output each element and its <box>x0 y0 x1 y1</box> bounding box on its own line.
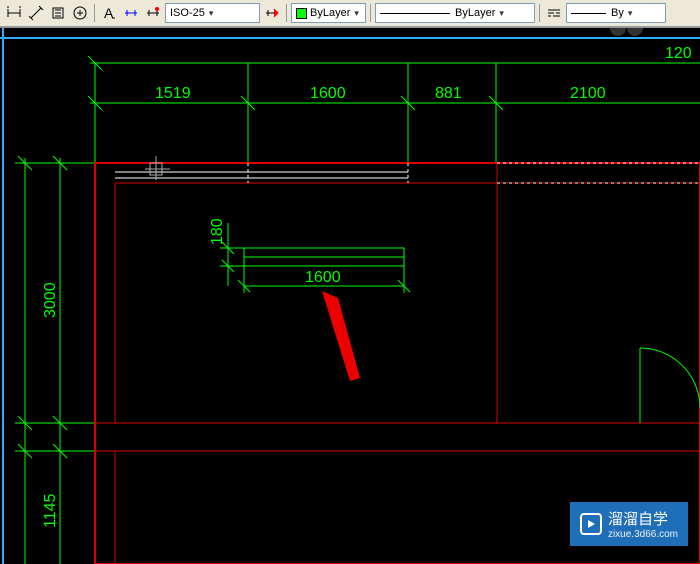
dim-rect-height: 180 <box>209 218 226 245</box>
annotation-arrow-icon <box>322 291 360 381</box>
dimension-aligned-icon[interactable] <box>26 3 46 23</box>
text-style-icon[interactable]: A <box>99 3 119 23</box>
dim-style-dropdown[interactable]: ISO-25 <box>165 3 260 23</box>
dim-update-icon[interactable] <box>143 3 163 23</box>
separator <box>286 4 287 22</box>
separator <box>370 4 371 22</box>
linetype-value: ByLayer <box>455 7 495 19</box>
dimension-linear-icon[interactable] <box>4 3 24 23</box>
color-swatch-icon <box>296 8 307 19</box>
linetype-preview-icon <box>380 13 450 14</box>
separator <box>94 4 95 22</box>
watermark-main: 溜溜自学 <box>608 511 668 528</box>
color-value: ByLayer <box>310 7 350 19</box>
dim-left-lower: 1145 <box>42 493 59 528</box>
dim-style-edit-icon[interactable] <box>121 3 141 23</box>
lineweight-preview-icon <box>571 13 606 14</box>
watermark: 溜溜自学 zixue.3d66.com <box>570 502 688 546</box>
lineweight-value: By <box>611 7 624 19</box>
color-dropdown[interactable]: ByLayer <box>291 3 366 23</box>
dim-style-value: ISO-25 <box>170 7 205 19</box>
linetype-dropdown[interactable]: ByLayer <box>375 3 535 23</box>
linetype-manager-icon[interactable] <box>544 3 564 23</box>
cad-drawing: 120 1519 1600 881 2100 3000 1145 <box>0 28 700 564</box>
watermark-sub: zixue.3d66.com <box>608 529 678 540</box>
lineweight-dropdown[interactable]: By <box>566 3 666 23</box>
dim-style-manager-icon[interactable] <box>262 3 282 23</box>
zoom-in-icon[interactable] <box>70 3 90 23</box>
svg-text:A: A <box>104 5 114 21</box>
play-icon <box>580 513 602 535</box>
dim-top-2: 881 <box>435 85 462 102</box>
dim-rect-width: 1600 <box>305 269 341 286</box>
dim-left-upper: 3000 <box>42 282 59 318</box>
dim-top-3: 2100 <box>570 85 606 102</box>
dim-top-0: 1519 <box>155 85 191 102</box>
dim-top-1: 1600 <box>310 85 346 102</box>
dim-top-partial: 120 <box>665 45 692 62</box>
drawing-canvas[interactable]: 120 1519 1600 881 2100 3000 1145 <box>0 28 700 564</box>
separator <box>539 4 540 22</box>
dimension-ordinate-icon[interactable] <box>48 3 68 23</box>
toolbar: A ISO-25 ByLayer ByLayer By <box>0 0 700 28</box>
